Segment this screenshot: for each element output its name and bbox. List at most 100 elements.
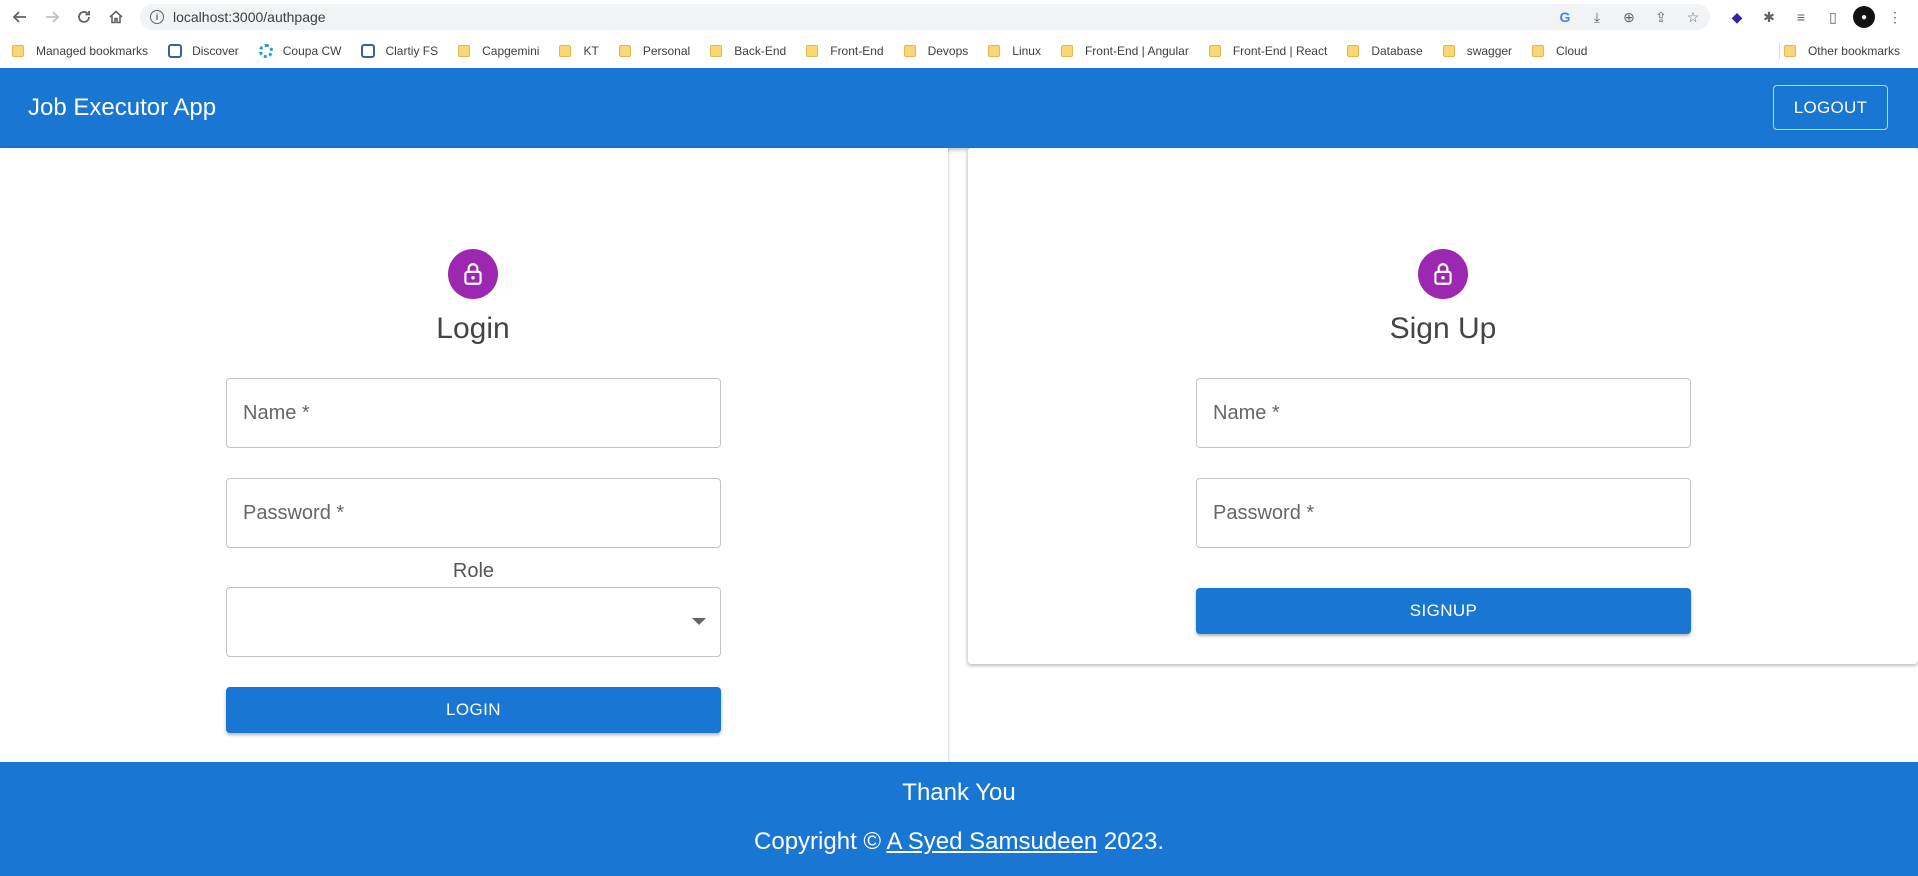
extensions-puzzle-icon[interactable]: ✱ bbox=[1757, 5, 1781, 29]
bookmark-item[interactable]: Back-End bbox=[698, 37, 794, 65]
bookmark-label: Clartiy FS bbox=[385, 44, 439, 58]
google-icon[interactable]: G bbox=[1554, 6, 1576, 28]
login-name-label: Name * bbox=[243, 402, 310, 424]
site-info-icon[interactable]: i bbox=[150, 10, 164, 24]
folder-icon bbox=[1783, 45, 1796, 57]
signup-password-field[interactable]: Password * bbox=[1196, 478, 1691, 548]
zoom-icon[interactable]: ⊕ bbox=[1618, 6, 1640, 28]
bookmark-label: swagger bbox=[1466, 44, 1513, 58]
login-panel: Login Name * Password * Role LOGIN bbox=[0, 148, 948, 762]
bookmark-item[interactable]: Coupa CW bbox=[247, 37, 350, 65]
lock-icon bbox=[1434, 263, 1452, 285]
bookmark-item[interactable]: Devops bbox=[892, 37, 977, 65]
star-icon[interactable]: ☆ bbox=[1682, 6, 1704, 28]
bookmark-item[interactable]: Cloud bbox=[1520, 37, 1595, 65]
bookmark-label: KT bbox=[583, 44, 599, 58]
bookmark-item[interactable]: Front-End | Angular bbox=[1049, 37, 1197, 65]
footer: Thank You Copyright © A Syed Samsudeen 2… bbox=[0, 762, 1918, 876]
copyright-prefix: Copyright © bbox=[754, 828, 882, 855]
bookmark-label: Back-End bbox=[734, 44, 787, 58]
bookmark-item[interactable]: swagger bbox=[1431, 37, 1520, 65]
bookmark-item[interactable]: Capgemini bbox=[446, 37, 547, 65]
bookmark-label: Front-End | React bbox=[1232, 44, 1328, 58]
globe-icon bbox=[361, 44, 376, 58]
globe-icon bbox=[168, 44, 183, 58]
bookmark-label: Capgemini bbox=[482, 44, 540, 58]
home-icon[interactable] bbox=[100, 1, 132, 33]
copyright-year: 2023. bbox=[1103, 828, 1164, 855]
dropdown-caret-icon bbox=[692, 618, 706, 625]
author-link[interactable]: A Syed Samsudeen bbox=[886, 828, 1097, 855]
signup-panel: Sign Up Name * Password * SIGNUP bbox=[967, 148, 1918, 664]
folder-icon bbox=[12, 45, 24, 57]
other-bookmarks[interactable]: Other bookmarks bbox=[1772, 37, 1908, 65]
footer-copyright: Copyright © A Syed Samsudeen 2023. bbox=[0, 828, 1918, 856]
bookmark-label: Coupa CW bbox=[282, 44, 342, 58]
role-label: Role bbox=[452, 560, 495, 582]
bookmark-item[interactable]: Front-End | React bbox=[1197, 37, 1336, 65]
logout-button[interactable]: LOGOUT bbox=[1773, 85, 1888, 130]
bookmark-label: Linux bbox=[1012, 44, 1041, 58]
bookmark-label: Devops bbox=[927, 44, 969, 58]
reading-list-icon[interactable]: ≡ bbox=[1789, 5, 1813, 29]
folder-icon bbox=[1208, 45, 1221, 57]
back-icon[interactable] bbox=[4, 1, 36, 33]
folder-icon bbox=[1060, 45, 1073, 57]
lock-icon bbox=[464, 263, 482, 285]
share-icon[interactable]: ⇪ bbox=[1650, 6, 1672, 28]
folder-icon bbox=[618, 45, 631, 57]
folder-icon bbox=[988, 45, 1001, 57]
login-lock-avatar bbox=[448, 249, 498, 299]
browser-toolbar: i localhost:3000/authpage G ⤓ ⊕ ⇪ ☆ ◆ ✱ … bbox=[0, 0, 1918, 34]
folder-icon bbox=[458, 45, 471, 57]
bookmark-label: Cloud bbox=[1556, 44, 1588, 58]
folder-icon bbox=[1442, 45, 1455, 57]
bookmark-label: Front-End bbox=[830, 44, 884, 58]
login-password-label: Password * bbox=[243, 502, 345, 524]
role-select[interactable] bbox=[226, 587, 721, 657]
signup-name-field[interactable]: Name * bbox=[1196, 378, 1691, 448]
folder-icon bbox=[710, 45, 723, 57]
side-panel-icon[interactable]: ▯ bbox=[1821, 5, 1845, 29]
footer-thanks: Thank You bbox=[902, 779, 1016, 806]
signup-title: Sign Up bbox=[1389, 312, 1497, 345]
folder-icon bbox=[903, 45, 916, 57]
app-bar: Job Executor App LOGOUT bbox=[0, 68, 1918, 148]
url-text: localhost:3000/authpage bbox=[173, 9, 326, 25]
signup-lock-avatar bbox=[1418, 249, 1468, 299]
folder-icon bbox=[559, 45, 572, 57]
login-name-field[interactable]: Name * bbox=[226, 378, 721, 448]
signup-button[interactable]: SIGNUP bbox=[1196, 588, 1691, 634]
bookmark-item[interactable]: Linux bbox=[976, 37, 1049, 65]
bookmark-item[interactable]: Database bbox=[1335, 37, 1430, 65]
signup-name-label: Name * bbox=[1213, 402, 1280, 424]
folder-icon bbox=[806, 45, 819, 57]
login-button[interactable]: LOGIN bbox=[226, 687, 721, 733]
bookmark-label: Discover bbox=[192, 44, 239, 58]
bookmark-label: Database bbox=[1371, 44, 1423, 58]
bookmark-item[interactable]: Personal bbox=[607, 37, 698, 65]
address-bar[interactable]: i localhost:3000/authpage G ⤓ ⊕ ⇪ ☆ bbox=[140, 4, 1710, 30]
login-title: Login bbox=[436, 312, 510, 345]
extension-diamond-icon[interactable]: ◆ bbox=[1725, 5, 1749, 29]
folder-icon bbox=[1532, 45, 1545, 57]
bookmark-item[interactable]: Front-End bbox=[794, 37, 891, 65]
install-icon[interactable]: ⤓ bbox=[1586, 6, 1608, 28]
forward-icon[interactable] bbox=[36, 1, 68, 33]
bookmarks-bar: Managed bookmarks Discover Coupa CW Clartiy… bbox=[0, 34, 1918, 68]
menu-kebab-icon[interactable]: ⋮ bbox=[1883, 5, 1907, 29]
reload-icon[interactable] bbox=[68, 1, 100, 33]
other-bookmarks-label: Other bookmarks bbox=[1807, 44, 1900, 58]
bookmark-item[interactable]: Discover bbox=[156, 37, 247, 65]
profile-avatar-icon[interactable]: ● bbox=[1853, 6, 1875, 28]
bookmark-label: Personal bbox=[642, 44, 691, 58]
login-password-field[interactable]: Password * bbox=[226, 478, 721, 548]
app-title: Job Executor App bbox=[28, 94, 217, 121]
spin-icon bbox=[258, 44, 273, 58]
bookmark-item[interactable]: Managed bookmarks bbox=[0, 37, 156, 65]
bookmark-item[interactable]: Clartiy FS bbox=[349, 37, 446, 65]
bookmark-item[interactable]: KT bbox=[547, 37, 606, 65]
bookmark-label: Front-End | Angular bbox=[1084, 44, 1189, 58]
signup-password-label: Password * bbox=[1213, 502, 1315, 524]
bookmark-label: Managed bookmarks bbox=[36, 44, 149, 58]
